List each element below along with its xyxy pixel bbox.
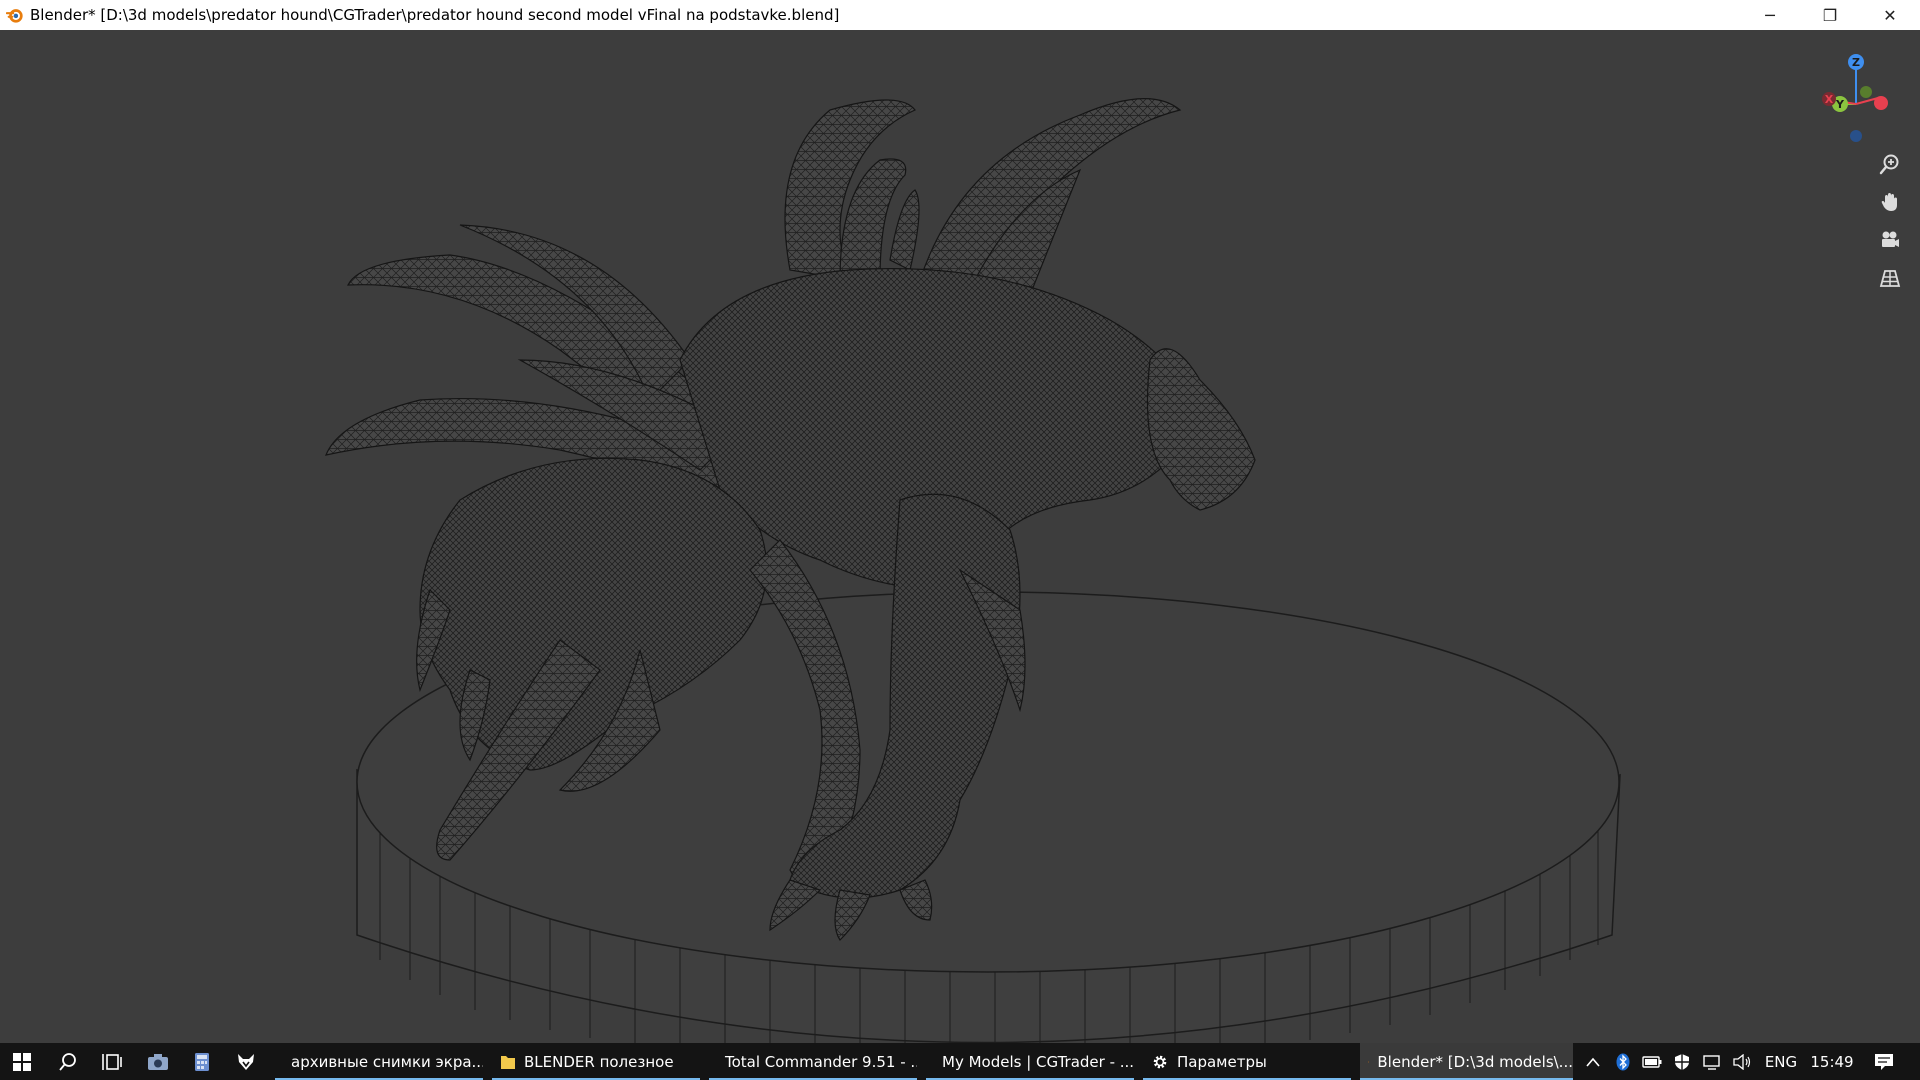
search-icon	[59, 1052, 76, 1071]
pan-button[interactable]	[1874, 186, 1906, 218]
gizmo-x-positive[interactable]	[1874, 96, 1888, 110]
taskbar-app-total-commander[interactable]: Total Commander 9.51 - ...	[709, 1043, 917, 1080]
taskbar-app-label: Total Commander 9.51 - ...	[725, 1052, 917, 1071]
tray-overflow-button[interactable]	[1580, 1043, 1606, 1080]
speaker-icon	[1733, 1053, 1751, 1070]
windows-taskbar: архивные снимки экра... BLENDER полезное…	[0, 1043, 1920, 1080]
window-title: Blender* [D:\3d models\predator hound\CG…	[30, 6, 840, 24]
taskbar-app-blender-folder[interactable]: BLENDER полезное	[492, 1043, 700, 1080]
taskbar-app-label: Blender* [D:\3d models\...	[1377, 1052, 1573, 1071]
restore-button[interactable]: ❐	[1800, 0, 1860, 30]
bluetooth-icon	[1616, 1053, 1630, 1070]
title-bar: Blender* [D:\3d models\predator hound\CG…	[0, 0, 1920, 30]
bluetooth-tray-icon-button[interactable]	[1610, 1043, 1636, 1080]
taskbar-app-label: архивные снимки экра...	[291, 1052, 483, 1071]
search-button[interactable]	[46, 1043, 90, 1080]
camera-icon	[148, 1053, 168, 1070]
pinned-camera-app[interactable]	[136, 1043, 180, 1080]
pinned-fox-app[interactable]	[224, 1043, 268, 1080]
camera-view-button[interactable]	[1874, 224, 1906, 256]
battery-tray-button[interactable]	[1638, 1043, 1666, 1080]
gizmo-z-axis[interactable]: Z	[1848, 54, 1864, 70]
taskbar-app-blender[interactable]: Blender* [D:\3d models\...	[1360, 1043, 1573, 1080]
gizmo-y-negative[interactable]	[1860, 86, 1872, 98]
hand-icon	[1881, 193, 1897, 211]
taskbar-app-chrome[interactable]: My Models | CGTrader - ...	[926, 1043, 1134, 1080]
fox-icon	[238, 1053, 254, 1070]
language-indicator[interactable]: ENG	[1760, 1043, 1802, 1080]
camera-icon	[1882, 231, 1899, 247]
shield-icon	[1675, 1053, 1689, 1070]
start-button[interactable]	[0, 1043, 44, 1080]
folder-icon	[501, 1055, 515, 1069]
volume-tray-button[interactable]	[1728, 1043, 1756, 1080]
notification-icon	[1875, 1053, 1893, 1070]
perspective-toggle-button[interactable]	[1874, 262, 1906, 294]
chevron-up-icon	[1586, 1057, 1600, 1067]
task-view-icon	[102, 1053, 122, 1070]
3d-viewport[interactable]: Z Y X	[0, 30, 1920, 1043]
blender-icon	[1368, 1061, 1370, 1063]
taskbar-app-label: My Models | CGTrader - ...	[942, 1052, 1134, 1071]
taskbar-app-label: BLENDER полезное	[524, 1052, 674, 1071]
calculator-icon	[195, 1052, 209, 1071]
navigation-gizmo[interactable]: Z Y X	[1808, 42, 1904, 152]
battery-icon	[1642, 1055, 1662, 1068]
network-tray-button[interactable]	[1698, 1043, 1726, 1080]
network-icon	[1703, 1054, 1720, 1070]
wireframe-scene	[325, 98, 1621, 1043]
task-view-button[interactable]	[90, 1043, 134, 1080]
gear-icon	[1153, 1055, 1167, 1068]
minimize-button[interactable]: ─	[1740, 0, 1800, 30]
security-tray-button[interactable]	[1668, 1043, 1696, 1080]
taskbar-app-settings[interactable]: Параметры	[1143, 1043, 1351, 1080]
close-button[interactable]: ✕	[1860, 0, 1920, 30]
action-center-button[interactable]	[1864, 1043, 1904, 1080]
grid-perspective-icon	[1879, 270, 1901, 287]
windows-logo-icon	[13, 1052, 31, 1071]
viewport-nav-tools	[1874, 148, 1906, 300]
taskbar-app-label: Параметры	[1177, 1052, 1267, 1071]
zoom-button[interactable]	[1874, 148, 1906, 180]
magnifier-plus-icon	[1879, 154, 1899, 175]
blender-icon	[6, 9, 23, 23]
taskbar-app-screenshots-folder[interactable]: архивные снимки экра...	[275, 1043, 483, 1080]
gizmo-x-axis[interactable]: X	[1822, 92, 1836, 106]
pinned-calculator-app[interactable]	[180, 1043, 224, 1080]
gizmo-z-negative[interactable]	[1850, 130, 1862, 142]
clock[interactable]: 15:49	[1804, 1043, 1860, 1080]
